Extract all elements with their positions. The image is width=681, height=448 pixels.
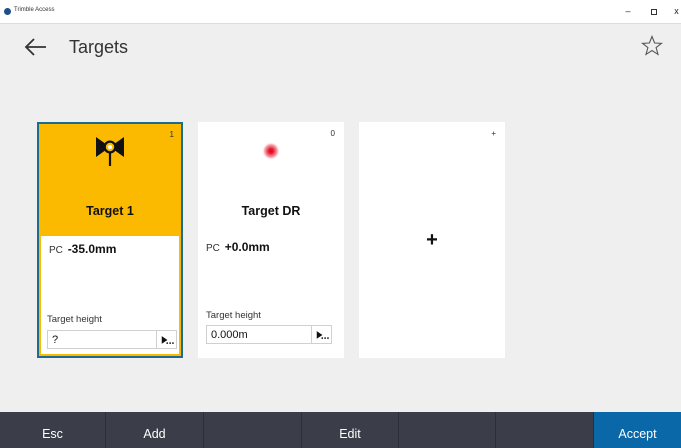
prism-constant: PC +0.0mm [206, 240, 270, 254]
empty-softkey [496, 412, 594, 448]
minimize-button[interactable]: – [620, 4, 636, 18]
favorite-star-icon[interactable] [641, 35, 663, 57]
empty-softkey [399, 412, 496, 448]
pc-label: PC [206, 243, 220, 254]
card-details: PC -35.0mm Target height ? [41, 236, 179, 354]
prism-target-icon [96, 137, 124, 166]
card-number: 1 [169, 130, 174, 139]
target-height-value: 0.000m [211, 329, 248, 341]
plus-icon: + [426, 229, 438, 251]
pc-value: -35.0mm [67, 242, 117, 256]
edit-button[interactable]: Edit [302, 412, 399, 448]
measure-method-icon[interactable] [311, 326, 331, 343]
window-title: Trimble Access [14, 7, 55, 13]
target-height-field[interactable]: 0.000m [206, 325, 332, 344]
back-arrow-icon[interactable] [24, 36, 48, 58]
app-logo-icon [4, 8, 11, 15]
target-height-label: Target height [206, 310, 261, 321]
target-card-1[interactable]: 1 Target 1 PC -35.0mm Target height ? [37, 122, 183, 358]
prism-constant: PC -35.0mm [49, 242, 116, 256]
page-title: Targets [69, 37, 129, 57]
card-details: PC +0.0mm Target height 0.000m [198, 234, 344, 358]
bottom-action-bar: Esc Add Edit Accept [0, 412, 681, 448]
empty-softkey [204, 412, 302, 448]
target-height-field[interactable]: ? [47, 330, 177, 349]
close-button[interactable]: x [672, 4, 681, 18]
pc-label: PC [49, 245, 63, 256]
target-height-value: ? [52, 334, 59, 346]
esc-button[interactable]: Esc [0, 412, 106, 448]
target-height-label: Target height [47, 314, 102, 325]
card-number: 0 [330, 129, 335, 138]
add-corner-label: + [491, 129, 496, 138]
laser-dot-icon [262, 142, 280, 160]
target-card-dr[interactable]: 0 Target DR PC +0.0mm Target height 0.00… [198, 122, 344, 358]
target-name: Target 1 [86, 204, 134, 218]
measure-method-icon[interactable] [156, 331, 176, 348]
maximize-icon [651, 8, 657, 15]
target-name: Target DR [241, 204, 301, 218]
add-target-card[interactable]: + + [359, 122, 505, 358]
window-title-bar: Trimble Access – x [0, 0, 681, 24]
maximize-button[interactable] [646, 4, 662, 18]
add-button[interactable]: Add [106, 412, 204, 448]
accept-button[interactable]: Accept [594, 412, 681, 448]
pc-value: +0.0mm [224, 240, 270, 254]
